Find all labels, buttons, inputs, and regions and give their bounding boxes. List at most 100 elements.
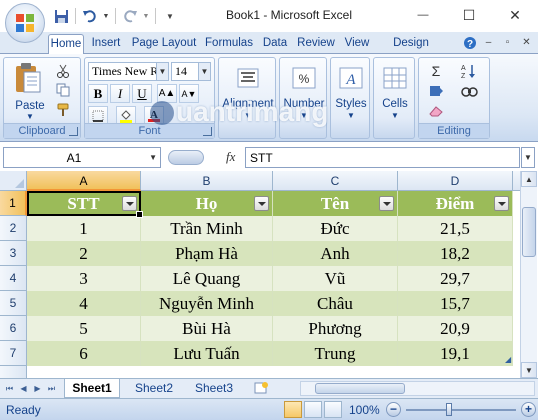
filter-dropdown-icon[interactable] xyxy=(122,196,137,211)
table-cell[interactable]: Trần Minh xyxy=(141,216,273,241)
font-launcher-icon[interactable] xyxy=(203,127,212,136)
filter-dropdown-icon[interactable] xyxy=(379,196,394,211)
vertical-scroll-thumb[interactable] xyxy=(522,207,536,257)
cells-icon[interactable] xyxy=(379,63,411,93)
alignment-button[interactable]: Alignment xyxy=(219,98,277,110)
table-header-cell[interactable]: STT xyxy=(27,191,141,216)
expand-formula-bar-icon[interactable]: ▼ xyxy=(521,147,535,168)
font-name-dropdown-icon[interactable]: ▼ xyxy=(156,63,168,80)
table-cell[interactable]: Trung xyxy=(273,341,398,366)
table-cell[interactable]: Lưu Tuấn xyxy=(141,341,273,366)
select-all-button[interactable] xyxy=(0,171,27,191)
clipboard-launcher-icon[interactable] xyxy=(69,127,78,136)
sheet-tab-sheet3[interactable]: Sheet3 xyxy=(186,379,242,398)
prev-sheet-icon[interactable]: ◀ xyxy=(17,382,30,395)
autosum-icon[interactable]: Σ xyxy=(423,62,449,80)
table-header-cell[interactable]: Tên xyxy=(273,191,398,216)
cells-dropdown-icon[interactable]: ▼ xyxy=(374,111,416,120)
number-format-icon[interactable]: % xyxy=(287,63,321,93)
font-size-dropdown-icon[interactable]: ▼ xyxy=(198,63,210,80)
zoom-slider[interactable]: − + xyxy=(386,402,536,418)
sort-filter-icon[interactable]: AZ xyxy=(455,62,485,80)
table-cell[interactable]: 21,5 xyxy=(398,216,513,241)
workbook-restore-icon[interactable]: ▫ xyxy=(500,35,515,50)
table-cell[interactable]: 2 xyxy=(27,241,141,266)
number-dropdown-icon[interactable]: ▼ xyxy=(280,111,328,120)
zoom-thumb[interactable] xyxy=(446,403,452,416)
normal-view-icon[interactable] xyxy=(284,401,302,418)
cells-button[interactable]: Cells xyxy=(374,98,416,110)
name-box[interactable]: A1 ▼ xyxy=(3,147,161,168)
insert-function-icon[interactable]: fx xyxy=(226,149,235,165)
customize-qat-icon[interactable]: ▼ xyxy=(161,7,179,25)
cut-icon[interactable] xyxy=(54,63,72,79)
copy-icon[interactable] xyxy=(54,82,72,98)
undo-icon[interactable] xyxy=(81,7,99,25)
maximize-button[interactable]: ☐ xyxy=(446,0,492,30)
table-cell[interactable]: Châu xyxy=(273,291,398,316)
table-cell[interactable]: 5 xyxy=(27,316,141,341)
table-cell[interactable]: 1 xyxy=(27,216,141,241)
styles-icon[interactable]: A xyxy=(335,63,367,93)
paste-dropdown-icon[interactable]: ▼ xyxy=(8,112,52,121)
redo-icon[interactable] xyxy=(121,7,139,25)
close-button[interactable]: ✕ xyxy=(492,0,538,30)
tab-review[interactable]: Review xyxy=(294,34,338,54)
clear-icon[interactable] xyxy=(423,102,449,120)
table-cell[interactable]: Bùi Hà xyxy=(141,316,273,341)
zoom-out-icon[interactable]: − xyxy=(386,402,401,417)
decrease-font-icon[interactable]: A▼ xyxy=(179,84,199,103)
workbook-close-icon[interactable]: ✕ xyxy=(519,35,534,50)
fill-icon[interactable] xyxy=(423,82,449,100)
find-select-icon[interactable] xyxy=(455,82,485,100)
table-cell[interactable]: 18,2 xyxy=(398,241,513,266)
column-header-a[interactable]: A xyxy=(27,171,141,191)
formula-bar-resize-handle[interactable] xyxy=(168,150,204,165)
paste-button[interactable]: Paste xyxy=(8,100,52,112)
tab-page-layout[interactable]: Page Layout xyxy=(129,34,199,54)
sheet-tab-sheet1[interactable]: Sheet1 xyxy=(64,379,120,398)
help-icon[interactable]: ? xyxy=(462,35,477,50)
tab-view[interactable]: View xyxy=(341,34,373,54)
horizontal-scroll-thumb[interactable] xyxy=(315,383,405,394)
table-cell[interactable]: 20,9 xyxy=(398,316,513,341)
zoom-in-icon[interactable]: + xyxy=(521,402,536,417)
formula-input[interactable]: STT xyxy=(245,147,520,168)
worksheet-grid[interactable]: A B C D 1 2 3 4 5 6 7 STT Họ Tên Điểm 1 Trần Minh Đức 21,5… xyxy=(0,171,520,378)
row-header-3[interactable]: 3 xyxy=(0,241,27,266)
office-button[interactable] xyxy=(5,3,45,43)
table-cell[interactable]: Vũ xyxy=(273,266,398,291)
tab-home[interactable]: Home xyxy=(48,34,84,55)
table-cell[interactable]: Nguyễn Minh xyxy=(141,291,273,316)
row-header-6[interactable]: 6 xyxy=(0,316,27,341)
table-cell[interactable]: 19,1 xyxy=(398,341,513,366)
horizontal-scrollbar[interactable] xyxy=(300,381,535,396)
row-header-2[interactable]: 2 xyxy=(0,216,27,241)
row-header-partial[interactable] xyxy=(0,366,27,378)
alignment-dropdown-icon[interactable]: ▼ xyxy=(219,111,277,120)
scroll-down-icon[interactable]: ▼ xyxy=(521,362,537,378)
increase-font-icon[interactable]: A▲ xyxy=(157,84,177,103)
name-box-dropdown-icon[interactable]: ▼ xyxy=(149,153,157,162)
table-cell[interactable]: Đức xyxy=(273,216,398,241)
workbook-minimize-icon[interactable]: – xyxy=(481,35,496,50)
italic-icon[interactable]: I xyxy=(110,84,130,103)
column-header-c[interactable]: C xyxy=(273,171,398,191)
scroll-up-icon[interactable]: ▲ xyxy=(521,171,537,187)
table-cell[interactable]: Lê Quang xyxy=(141,266,273,291)
table-cell[interactable]: Phương xyxy=(273,316,398,341)
tab-data[interactable]: Data xyxy=(260,34,290,54)
row-header-5[interactable]: 5 xyxy=(0,291,27,316)
styles-dropdown-icon[interactable]: ▼ xyxy=(331,111,371,120)
table-cell[interactable]: 6 xyxy=(27,341,141,366)
styles-button[interactable]: Styles xyxy=(331,98,371,110)
filter-dropdown-icon[interactable] xyxy=(494,196,509,211)
insert-sheet-icon[interactable] xyxy=(248,379,274,398)
column-header-b[interactable]: B xyxy=(141,171,273,191)
tab-design[interactable]: Design xyxy=(386,34,436,54)
minimize-button[interactable]: — xyxy=(400,0,446,30)
table-cell[interactable]: Phạm Hà xyxy=(141,241,273,266)
bold-icon[interactable]: B xyxy=(88,84,108,103)
redo-dropdown-icon[interactable]: ▼ xyxy=(142,7,150,25)
table-cell[interactable]: 3 xyxy=(27,266,141,291)
